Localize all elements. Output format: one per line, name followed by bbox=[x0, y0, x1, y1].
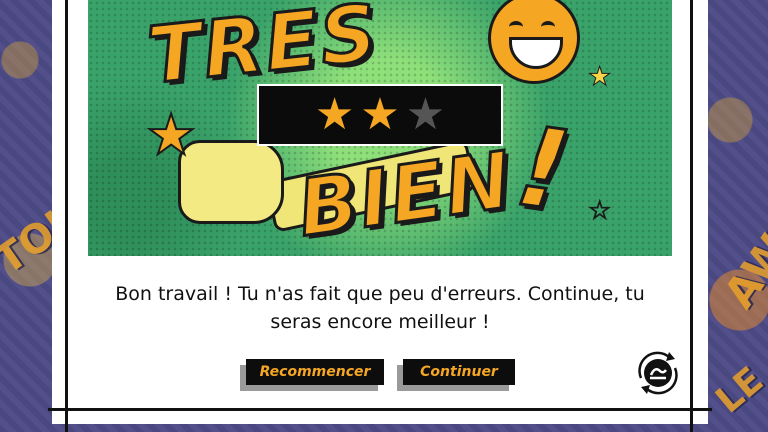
frame-line-right bbox=[690, 0, 693, 432]
frame-line-bottom bbox=[48, 408, 712, 411]
rating-star-icon: ★ bbox=[314, 89, 355, 140]
frame-line-left bbox=[65, 0, 68, 432]
continue-button[interactable]: Continuer bbox=[403, 359, 515, 385]
star-rating: ★ ★ ★ bbox=[257, 84, 503, 146]
small-star-icon: ★ bbox=[587, 62, 612, 93]
result-message: Bon travail ! Tu n'as fait que peu d'err… bbox=[115, 283, 645, 333]
rating-star-icon: ★ bbox=[360, 89, 400, 140]
small-star-icon: ☆ bbox=[587, 196, 612, 227]
restart-button[interactable]: Recommencer bbox=[246, 359, 384, 385]
rating-star-icon: ★ bbox=[405, 89, 446, 140]
reload-icon[interactable] bbox=[633, 348, 683, 398]
smiling-star-icon: ★ bbox=[145, 103, 197, 168]
